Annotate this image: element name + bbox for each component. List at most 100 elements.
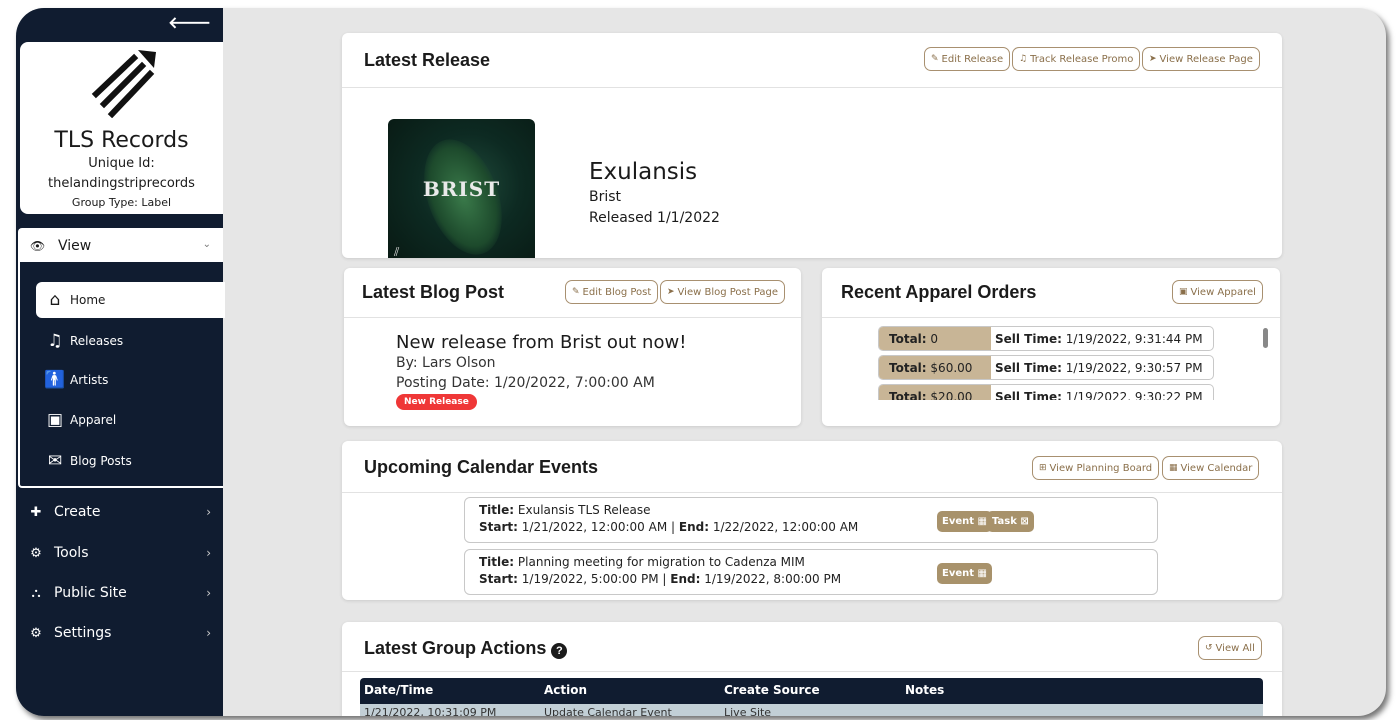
apparel-orders-header: Recent Apparel Orders ▣ View Apparel <box>822 268 1280 318</box>
track-release-promo-button[interactable]: ♫ Track Release Promo <box>1012 47 1141 71</box>
chevron-right-icon: › <box>206 586 211 600</box>
view-calendar-button[interactable]: ▦ View Calendar <box>1162 456 1260 480</box>
total-label: Total: <box>889 331 927 346</box>
view-release-page-button[interactable]: ➤ View Release Page <box>1142 47 1260 71</box>
button-label: View Release Page <box>1159 53 1253 65</box>
chevron-right-icon: › <box>206 505 211 519</box>
tag-label: Task <box>992 516 1017 527</box>
sidebar-item-label: Releases <box>70 334 124 348</box>
sidebar-item-label: Artists <box>70 373 109 387</box>
calendar-events-header: Upcoming Calendar Events ⊞ View Planning … <box>342 441 1282 493</box>
apparel-icon: ▣ <box>1179 287 1188 297</box>
org-group-type: Group Type: Label <box>71 196 172 209</box>
paper-plane-icon: ➤ <box>1149 54 1157 64</box>
latest-release-header: Latest Release ✎ Edit Release ♫ Track Rele… <box>342 33 1282 88</box>
latest-blog-title: Latest Blog Post <box>362 282 505 302</box>
sidebar-item-releases[interactable]: ♫ Releases <box>36 323 225 359</box>
view-all-button[interactable]: ↺ View All <box>1198 636 1262 660</box>
button-label: View All <box>1215 642 1255 654</box>
sidebar-item-label: Tools <box>54 545 89 561</box>
sidebar-item-create[interactable]: ✚ Create › <box>16 494 223 530</box>
sidebar-item-home[interactable]: ⌂ Home <box>36 282 225 318</box>
event-title-line: Title: Planning meeting for migration to… <box>479 555 805 569</box>
column-header[interactable]: Action <box>544 683 587 697</box>
app-frame: 🡐 TLS Records Unique Id: thelandingstrip… <box>16 8 1386 716</box>
sidebar-item-artists[interactable]: 🚹 Artists <box>36 362 225 398</box>
order-total: Total: 0 <box>879 327 991 350</box>
calendar-event[interactable]: Title: Planning meeting for migration to… <box>464 549 1158 595</box>
music-note-icon: ♫ <box>47 331 63 351</box>
chevron-right-icon: › <box>206 546 211 560</box>
sidebar-item-settings[interactable]: ⚙ Settings › <box>16 615 223 651</box>
event-tag-badge: Event ▦ <box>937 511 992 532</box>
sidebar-item-apparel[interactable]: ▣ Apparel <box>36 402 225 438</box>
end-label: End: <box>678 520 710 534</box>
sidebar-item-label: Settings <box>54 625 112 641</box>
eye-icon: 👁 <box>30 239 46 253</box>
collapse-sidebar-icon[interactable]: 🡐 <box>168 12 211 32</box>
sidebar-item-label: Blog Posts <box>70 454 132 468</box>
sell-time-label: Sell Time: <box>995 389 1062 401</box>
table-cell: 1/21/2022, 10:31:09 PM <box>364 706 497 716</box>
album-cover[interactable]: BRIST ⫽ <box>388 119 535 258</box>
person-icon: 🚹 <box>44 370 66 390</box>
view-planning-board-button[interactable]: ⊞ View Planning Board <box>1032 456 1160 480</box>
edit-blog-post-button[interactable]: ✎ Edit Blog Post <box>565 280 659 304</box>
view-blog-post-page-button[interactable]: ➤ View Blog Post Page <box>660 280 786 304</box>
order-row[interactable]: Total: 0 Sell Time: 1/19/2022, 9:31:44 P… <box>878 326 1214 351</box>
calendar-event[interactable]: Title: Exulansis TLS Release Start: 1/21… <box>464 497 1158 543</box>
end-label: End: <box>670 572 701 586</box>
sidebar: 🡐 TLS Records Unique Id: thelandingstrip… <box>16 8 225 716</box>
button-label: View Blog Post Page <box>677 286 779 298</box>
view-section: 👁 View ⌄ ⌂ Home ♫ Releases 🚹 Artists ▣ A… <box>18 228 225 488</box>
plus-icon: ✚ <box>30 504 42 520</box>
sell-time-value: 1/19/2022, 9:30:22 PM <box>1065 389 1203 401</box>
sell-time-label: Sell Time: <box>995 360 1062 375</box>
apparel-order-list[interactable]: Total: 0 Sell Time: 1/19/2022, 9:31:44 P… <box>878 326 1214 400</box>
label-mark-icon: ⫽ <box>394 245 400 258</box>
sidebar-item-label: Apparel <box>70 413 117 427</box>
total-label: Total: <box>889 389 927 401</box>
order-row[interactable]: Total: $20.00 Sell Time: 1/19/2022, 9:30… <box>878 384 1214 400</box>
view-apparel-button[interactable]: ▣ View Apparel <box>1172 280 1263 304</box>
table-cell: Update Calendar Event <box>544 706 672 716</box>
button-label: View Calendar <box>1180 462 1253 474</box>
task-icon: ⊠ <box>1020 516 1029 527</box>
sidebar-item-tools[interactable]: ⚙ Tools › <box>16 535 223 571</box>
calendar-icon: ▦ <box>1169 463 1178 473</box>
event-end: 1/22/2022, 12:00:00 AM <box>712 520 859 534</box>
chevron-right-icon: › <box>206 626 211 640</box>
tag-label: Event <box>942 568 975 579</box>
board-icon: ⊞ <box>1039 463 1047 473</box>
sidebar-item-blog-posts[interactable]: ✉ Blog Posts <box>36 443 225 479</box>
sidebar-item-label: Public Site <box>54 585 127 601</box>
order-list-scrollbar[interactable] <box>1263 328 1268 348</box>
blog-post-tag-badge: New Release <box>396 394 477 410</box>
column-header[interactable]: Notes <box>905 683 944 697</box>
order-total: Total: $20.00 <box>879 385 991 400</box>
column-header[interactable]: Date/Time <box>364 683 433 697</box>
event-end: 1/19/2022, 8:00:00 PM <box>704 572 842 586</box>
label-logo <box>91 50 156 118</box>
button-label: Edit Release <box>941 53 1004 65</box>
sidebar-item-public-site[interactable]: ⛬ Public Site › <box>16 575 223 611</box>
event-title-line: Title: Exulansis TLS Release <box>479 503 651 517</box>
table-row[interactable]: 1/21/2022, 10:31:09 PM Update Calendar E… <box>360 704 1263 716</box>
title-label: Title: <box>479 503 515 517</box>
column-header[interactable]: Create Source <box>724 683 820 697</box>
help-icon[interactable]: ? <box>551 643 568 659</box>
group-actions-card: Latest Group Actions ? ↺ View All Date/Ti… <box>342 622 1282 716</box>
latest-blog-card: Latest Blog Post ✎ Edit Blog Post ➤ View B… <box>344 268 801 426</box>
sidebar-item-label: Home <box>70 293 106 307</box>
order-row[interactable]: Total: $60.00 Sell Time: 1/19/2022, 9:30… <box>878 355 1214 380</box>
start-label: Start: <box>479 520 518 534</box>
blog-post-title[interactable]: New release from Brist out now! <box>396 332 686 353</box>
button-label: Track Release Promo <box>1030 53 1134 65</box>
latest-blog-header: Latest Blog Post ✎ Edit Blog Post ➤ View B… <box>344 268 801 318</box>
view-section-toggle[interactable]: 👁 View ⌄ <box>20 230 223 262</box>
apparel-orders-card: Recent Apparel Orders ▣ View Apparel Tota… <box>822 268 1280 426</box>
edit-release-button[interactable]: ✎ Edit Release <box>924 47 1011 71</box>
envelope-icon: ✉ <box>47 451 63 471</box>
group-actions-title-text: Latest Group Actions <box>364 638 547 658</box>
blog-post-author: By: Lars Olson <box>396 355 496 371</box>
